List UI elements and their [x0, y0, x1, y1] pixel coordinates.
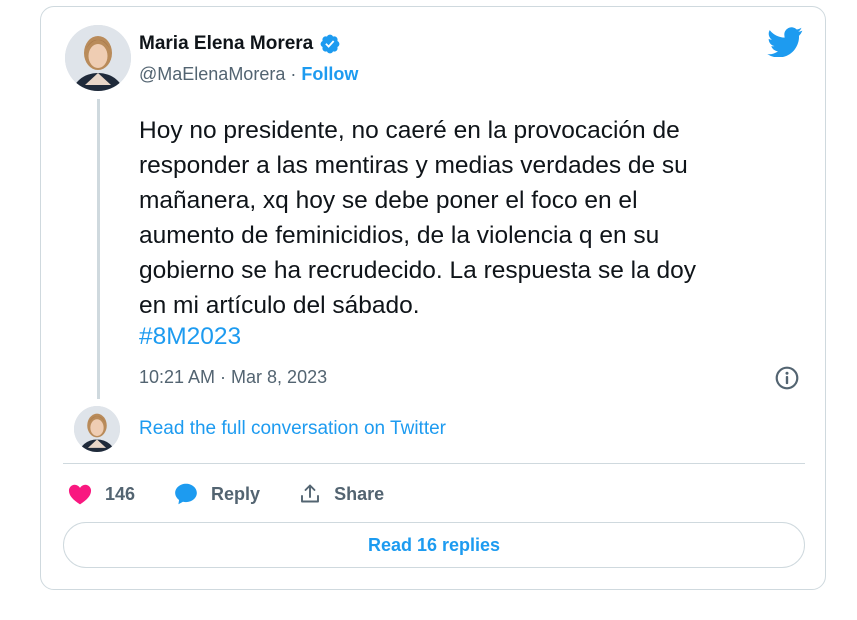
hashtag-link[interactable]: #8M2023 — [139, 323, 241, 351]
thread-line — [97, 99, 100, 399]
heart-icon — [68, 484, 92, 505]
read-replies-button[interactable]: Read 16 replies — [63, 522, 805, 568]
author-photo — [65, 25, 131, 91]
author-name-row: Maria Elena Morera — [139, 33, 341, 55]
author-handle-row: @MaElenaMorera · Follow — [139, 64, 358, 85]
follow-link[interactable]: Follow — [301, 64, 358, 84]
reply-button[interactable]: Reply — [173, 481, 260, 507]
share-icon — [301, 484, 320, 503]
read-full-conversation-link[interactable]: Read the full conversation on Twitter — [139, 418, 446, 440]
author-photo-small — [74, 406, 120, 452]
tweet-embed-card: Maria Elena Morera @MaElenaMorera · Foll… — [40, 6, 826, 590]
tweet-timestamp[interactable]: 10:21 AM · Mar 8, 2023 — [139, 367, 327, 388]
divider — [63, 463, 805, 464]
handle-separator: · — [285, 64, 302, 84]
author-handle[interactable]: @MaElenaMorera — [139, 64, 285, 84]
twitter-bird-icon[interactable] — [767, 27, 803, 58]
like-button[interactable]: 146 — [67, 481, 135, 507]
reply-bubble-icon — [175, 483, 197, 505]
like-count: 146 — [105, 483, 136, 504]
share-button[interactable]: Share — [298, 482, 384, 506]
share-label: Share — [334, 483, 385, 504]
action-bar: 146 Reply Share — [67, 478, 422, 510]
tweet-text: Hoy no presidente, no caeré en la provoc… — [139, 117, 697, 319]
author-display-name[interactable]: Maria Elena Morera — [139, 33, 313, 55]
conversation-avatar[interactable] — [74, 406, 120, 452]
reply-label: Reply — [211, 483, 261, 504]
verified-badge-icon — [319, 33, 341, 55]
author-avatar[interactable] — [65, 25, 131, 91]
info-icon[interactable] — [774, 365, 800, 391]
